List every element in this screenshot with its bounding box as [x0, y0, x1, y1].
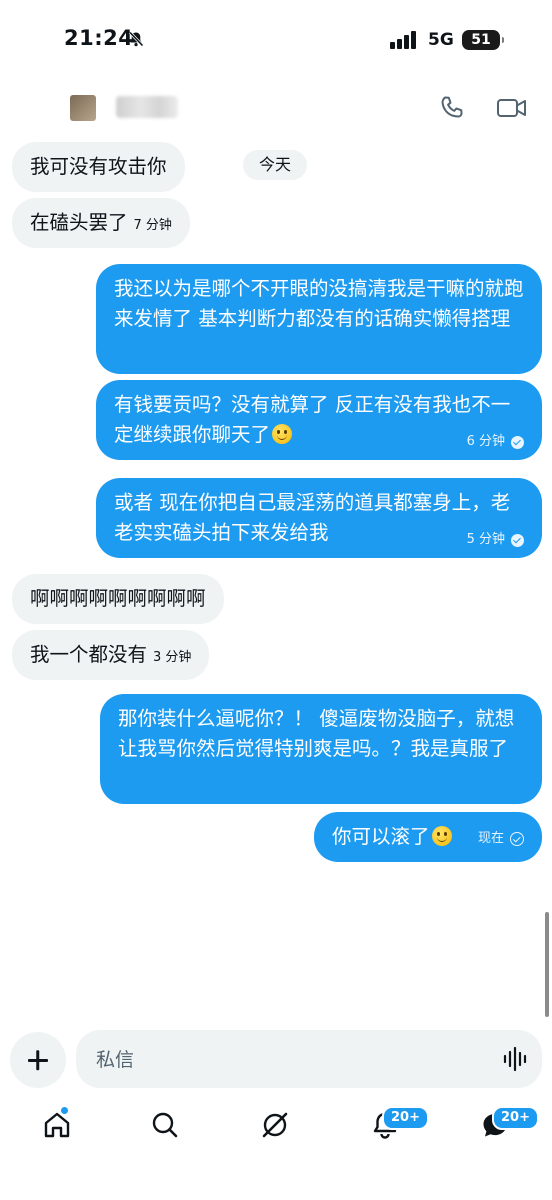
grok-icon[interactable] — [260, 1110, 290, 1140]
message-text: 我可没有攻击你 — [30, 155, 167, 178]
message-meta: 现在 — [478, 831, 524, 847]
message-time: 5 分钟 — [466, 532, 505, 547]
battery-indicator: 51 — [462, 30, 504, 50]
message-text: 你可以滚了 — [332, 825, 430, 848]
message-outgoing[interactable]: 那你装什么逼呢你？！ 傻逼废物没脑子，就想让我骂你然后觉得特别爽是吗。？我是真服… — [100, 694, 542, 804]
search-icon[interactable] — [150, 1110, 180, 1140]
contact-avatar[interactable] — [70, 95, 96, 121]
message-text: 啊啊啊啊啊啊啊啊啊 — [30, 587, 206, 610]
message-incoming[interactable]: 我一个都没有 3 分钟 — [12, 630, 210, 680]
bell-muted-icon — [128, 31, 144, 47]
message-incoming[interactable]: 啊啊啊啊啊啊啊啊啊 — [12, 574, 224, 624]
read-check-icon — [511, 435, 524, 449]
message-incoming[interactable]: 我可没有攻击你 — [12, 142, 185, 192]
message-text: 有钱要贡吗？没有就算了 反正有没有我也不一定继续跟你聊天了 — [114, 393, 511, 446]
home-unread-dot — [61, 1107, 68, 1114]
status-bar: 21:24 5G 51 — [0, 0, 552, 80]
message-meta: 6 分钟 — [467, 434, 524, 450]
messages-badge: 20+ — [492, 1106, 539, 1130]
message-incoming[interactable]: 在磕头罢了 7 分钟 — [12, 198, 190, 248]
network-type: 5G — [428, 30, 454, 50]
message-text: 那你装什么逼呢你？！ 傻逼废物没脑子，就想让我骂你然后觉得特别爽是吗。？我是真服… — [118, 707, 515, 760]
message-outgoing[interactable]: 我还以为是哪个不开眼的没搞清我是干嘛的就跑来发情了 基本判断力都没有的话确实懒得… — [96, 264, 542, 374]
message-time: 现在 — [477, 831, 504, 846]
scrollbar-thumb[interactable] — [545, 912, 549, 1017]
message-time: 7 分钟 — [133, 218, 172, 233]
message-text: 我一个都没有 — [30, 643, 148, 666]
smile-emoji-icon — [431, 826, 452, 846]
date-separator: 今天 — [243, 150, 308, 180]
notifications-badge: 20+ — [382, 1106, 429, 1130]
message-outgoing[interactable]: 或者 现在你把自己最淫荡的道具都塞身上，老老实实磕头拍下来发给我 5 分钟 — [96, 478, 542, 558]
message-text: 或者 现在你把自己最淫荡的道具都塞身上，老老实实磕头拍下来发给我 — [114, 491, 511, 544]
message-time: 6 分钟 — [466, 434, 505, 449]
message-outgoing[interactable]: 你可以滚了 现在 — [314, 812, 542, 862]
message-time: 3 分钟 — [153, 650, 192, 665]
message-text: 在磕头罢了 — [30, 211, 128, 234]
message-input[interactable] — [94, 1044, 478, 1076]
phone-call-icon[interactable] — [438, 94, 466, 122]
cellular-signal-icon — [390, 31, 420, 49]
status-time: 21:24 — [64, 26, 134, 50]
contact-name-redacted[interactable] — [116, 96, 178, 118]
sent-check-icon — [510, 832, 524, 846]
message-text: 我还以为是哪个不开眼的没搞清我是干嘛的就跑来发情了 基本判断力都没有的话确实懒得… — [114, 277, 524, 330]
home-icon[interactable] — [42, 1110, 72, 1140]
read-check-icon — [511, 533, 524, 547]
message-outgoing[interactable]: 有钱要贡吗？没有就算了 反正有没有我也不一定继续跟你聊天了 6 分钟 — [96, 380, 542, 460]
voice-message-icon[interactable] — [502, 1046, 528, 1072]
video-call-icon[interactable] — [496, 94, 528, 122]
smile-emoji-icon — [272, 424, 293, 444]
message-composer — [76, 1030, 542, 1088]
conversation-header — [0, 80, 552, 138]
message-meta: 5 分钟 — [467, 532, 524, 548]
add-media-button[interactable] — [10, 1032, 66, 1088]
